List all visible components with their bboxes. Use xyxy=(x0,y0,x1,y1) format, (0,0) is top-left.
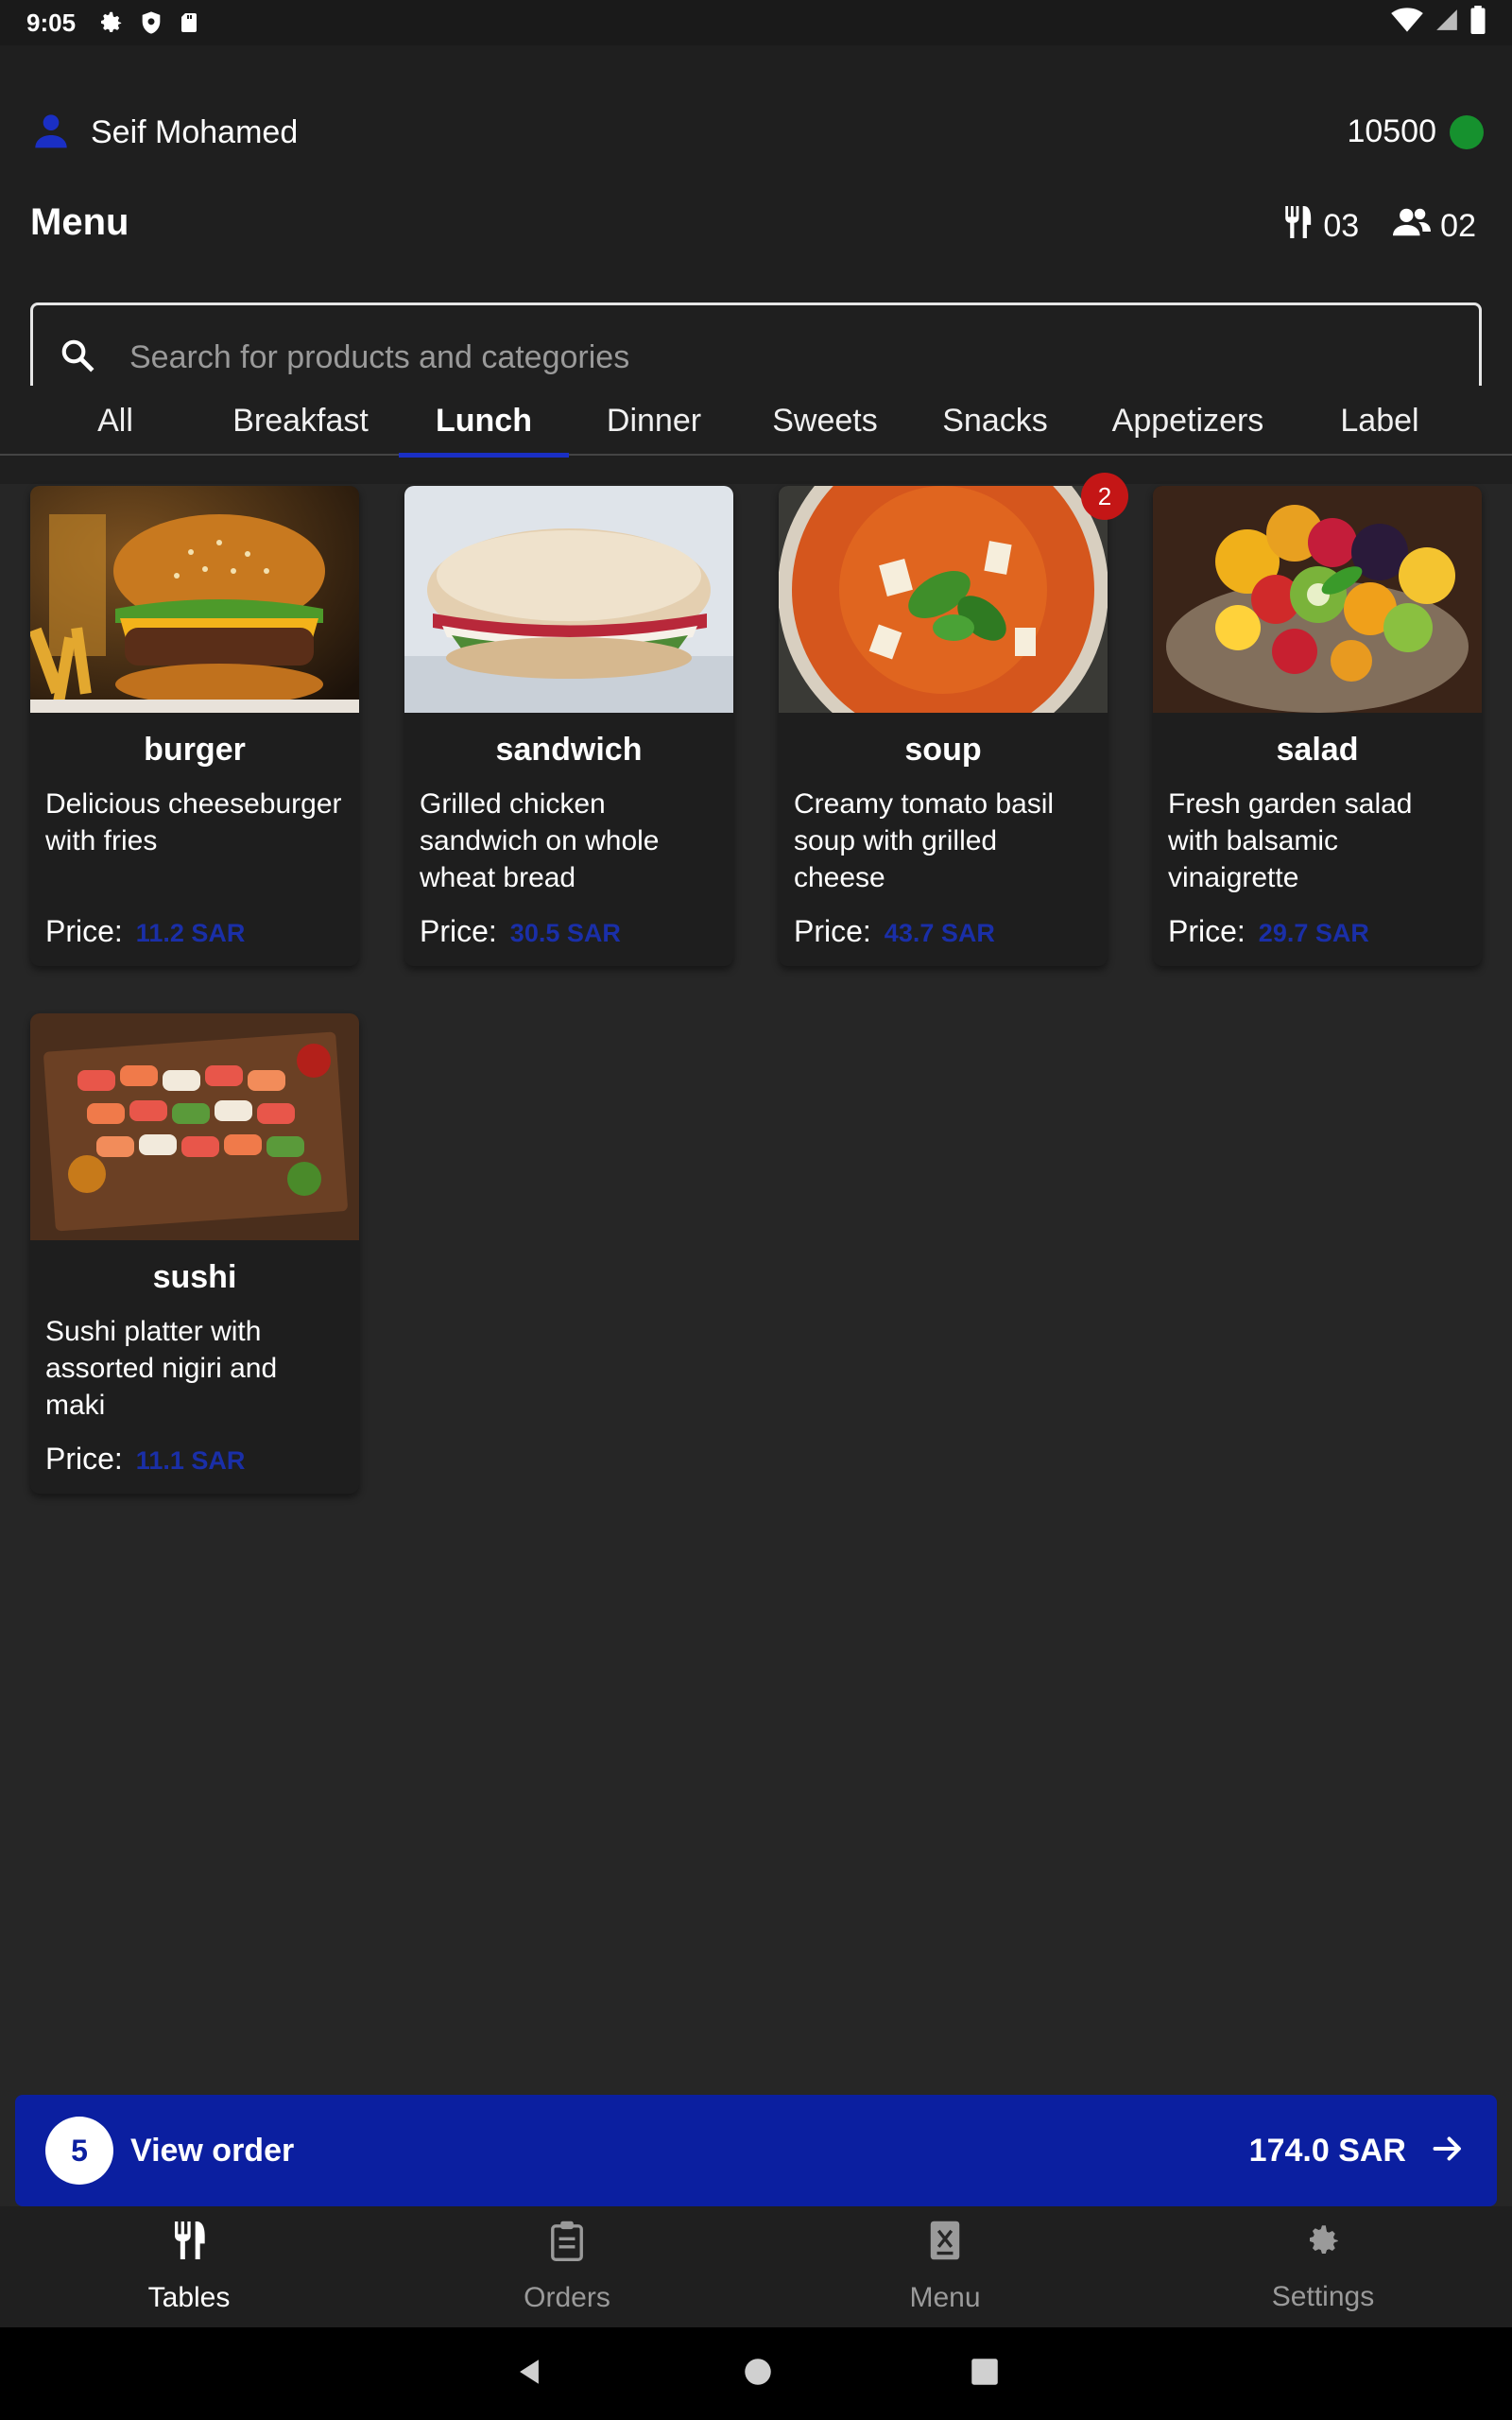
product-card-soup[interactable]: 2 soup Creamy tomato basil soup with gri… xyxy=(779,473,1128,966)
back-icon[interactable] xyxy=(513,2356,545,2393)
status-time: 9:05 xyxy=(26,8,77,37)
price-label: Price: xyxy=(45,914,123,948)
sd-card-icon xyxy=(178,9,200,36)
nav-label: Settings xyxy=(1271,2281,1375,2312)
product-name: sushi xyxy=(152,1259,237,1295)
status-bar: 9:05 xyxy=(0,0,1512,45)
product-description: Fresh garden salad with balsamic vinaigr… xyxy=(1168,788,1413,893)
burger-image xyxy=(30,486,359,713)
tab-lunch[interactable]: Lunch xyxy=(399,386,569,458)
order-total: 174.0 SAR xyxy=(1248,2132,1406,2169)
product-price: Price: 43.7 SAR xyxy=(794,914,995,949)
salad-image xyxy=(1153,486,1482,713)
guests-counter[interactable]: 02 xyxy=(1393,206,1476,247)
battery-icon xyxy=(1470,5,1486,41)
nav-label: Tables xyxy=(147,2282,231,2313)
product-description: Delicious cheeseburger with fries xyxy=(45,788,342,856)
fork-knife-icon xyxy=(170,2220,208,2269)
product-name: sandwich xyxy=(495,732,643,768)
header-counters: 03 02 xyxy=(1281,204,1476,249)
online-status-dot xyxy=(1450,114,1484,149)
product-description: Sushi platter with assorted nigiri and m… xyxy=(45,1316,278,1421)
product-card-sushi[interactable]: sushi Sushi platter with assorted nigiri… xyxy=(30,1013,359,1494)
tab-dinner[interactable]: Dinner xyxy=(576,386,731,456)
tab-breakfast[interactable]: Breakfast xyxy=(208,386,393,456)
people-icon xyxy=(1393,206,1432,247)
soup-image xyxy=(779,486,1108,713)
product-card-sandwich[interactable]: sandwich Grilled chicken sandwich on who… xyxy=(404,486,733,966)
price-value: 29.7 SAR xyxy=(1258,919,1369,947)
person-icon xyxy=(30,112,72,154)
wifi-icon xyxy=(1391,7,1423,40)
user-info[interactable]: Seif Mohamed xyxy=(30,112,298,154)
price-label: Price: xyxy=(45,1442,123,1476)
points-display: 10500 xyxy=(1347,113,1484,150)
nav-settings[interactable]: Settings xyxy=(1134,2206,1512,2327)
tab-sweets[interactable]: Sweets xyxy=(747,386,903,456)
product-price: Price: 30.5 SAR xyxy=(420,914,621,949)
product-description: Creamy tomato basil soup with grilled ch… xyxy=(794,788,1055,893)
nav-tables[interactable]: Tables xyxy=(0,2206,378,2327)
menu-book-icon xyxy=(927,2220,963,2269)
price-label: Price: xyxy=(794,914,871,948)
nav-menu[interactable]: Menu xyxy=(756,2206,1134,2327)
gear-icon xyxy=(96,9,125,37)
tab-appetizers[interactable]: Appetizers xyxy=(1087,386,1289,456)
arrow-right-icon xyxy=(1429,2132,1467,2170)
tables-count: 03 xyxy=(1323,208,1360,244)
guests-count: 02 xyxy=(1440,208,1476,244)
nav-label: Menu xyxy=(909,2282,981,2313)
price-label: Price: xyxy=(1168,914,1246,948)
shield-icon xyxy=(138,9,164,37)
product-card-burger[interactable]: burger Delicious cheeseburger with fries… xyxy=(30,486,359,966)
cart-quantity-badge: 2 xyxy=(1081,473,1128,520)
recents-icon[interactable] xyxy=(971,2358,999,2391)
product-name: salad xyxy=(1276,732,1359,768)
user-name: Seif Mohamed xyxy=(91,114,299,150)
price-label: Price: xyxy=(420,914,497,948)
points-value: 10500 xyxy=(1347,113,1436,149)
tab-snacks[interactable]: Snacks xyxy=(917,386,1074,456)
search-icon xyxy=(60,337,95,378)
order-item-count: 5 xyxy=(45,2117,113,2185)
product-price: Price: 11.1 SAR xyxy=(45,1442,245,1477)
nav-label: Orders xyxy=(524,2282,610,2313)
tab-all[interactable]: All xyxy=(57,386,174,456)
price-value: 30.5 SAR xyxy=(509,919,621,947)
view-order-button[interactable]: 5 View order 174.0 SAR xyxy=(15,2095,1497,2206)
tables-counter[interactable]: 03 xyxy=(1281,204,1359,249)
bottom-navigation: Tables Orders Menu Settings xyxy=(0,2206,1512,2327)
price-value: 43.7 SAR xyxy=(884,919,995,947)
category-tabs: All Breakfast Lunch Dinner Sweets Snacks… xyxy=(0,386,1512,458)
search-input[interactable] xyxy=(129,338,1358,376)
system-navigation-bar xyxy=(0,2327,1512,2420)
fork-knife-icon xyxy=(1281,204,1314,249)
gear-icon xyxy=(1303,2221,1343,2268)
home-icon[interactable] xyxy=(744,2358,772,2391)
clipboard-icon xyxy=(549,2220,585,2269)
page-title: Menu xyxy=(30,201,129,243)
product-description: Grilled chicken sandwich on whole wheat … xyxy=(420,788,660,893)
product-price: Price: 11.2 SAR xyxy=(45,914,245,949)
signal-icon xyxy=(1435,8,1459,39)
sushi-image xyxy=(30,1013,359,1240)
tab-label[interactable]: Label xyxy=(1304,386,1455,456)
product-card-salad[interactable]: salad Fresh garden salad with balsamic v… xyxy=(1153,486,1482,966)
view-order-label: View order xyxy=(130,2132,295,2169)
product-name: burger xyxy=(144,732,246,768)
price-value: 11.2 SAR xyxy=(135,919,246,947)
product-name: soup xyxy=(904,732,982,768)
product-price: Price: 29.7 SAR xyxy=(1168,914,1369,949)
nav-orders[interactable]: Orders xyxy=(378,2206,756,2327)
price-value: 11.1 SAR xyxy=(135,1446,246,1475)
sandwich-image xyxy=(404,486,733,713)
